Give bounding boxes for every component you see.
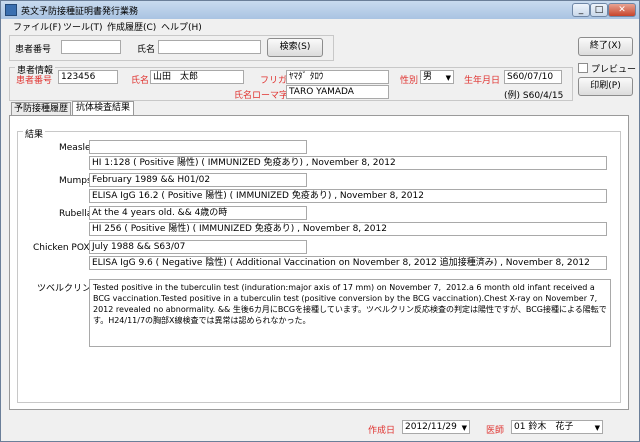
mumps-history-field[interactable]: February 1989 && H01/02 [89,173,307,187]
mumps-result-field[interactable]: ELISA IgG 16.2 ( Positive 陽性) ( IMMUNIZE… [89,189,607,203]
chevron-down-icon: ▼ [594,424,600,432]
dob-label: 生年月日 [464,76,501,86]
menu-file[interactable]: ファイル(F) [13,20,61,33]
furigana-field[interactable]: ﾔﾏﾀﾞ ﾀﾛｳ [286,70,389,84]
created-date-field[interactable]: 2012/11/29 ▼ [402,420,470,434]
roman-name-label: 氏名ローマ字 [234,91,289,101]
sex-label: 性別 [400,76,419,86]
app-icon [5,4,17,16]
mumps-label: Mumps [59,176,92,186]
chickenpox-history-field[interactable]: July 1988 && S63/07 [89,240,307,254]
preview-checkbox[interactable] [578,63,588,73]
chevron-down-icon: ▼ [461,424,467,432]
tab-vaccination-history[interactable]: 予防接種履歴 [11,102,71,116]
chickenpox-label: Chicken POX [33,243,90,253]
window-title: 英文予防接種証明書発行業務 [21,7,139,17]
title-bar: 英文予防接種証明書発行業務 _ □ ✕ [1,1,639,19]
roman-name-field[interactable]: TARO YAMADA [286,85,389,99]
rubella-label: Rubella [59,209,93,219]
patient-name-label: 氏名 [131,76,150,86]
search-patient-no-input[interactable] [61,40,121,54]
measles-history-field[interactable] [89,140,307,154]
search-name-input[interactable] [158,40,261,54]
menu-history[interactable]: 作成履歴(C) [107,20,156,33]
close-button[interactable]: ✕ [608,3,636,17]
patient-name-field[interactable]: 山田 太郎 [150,70,244,84]
search-button[interactable]: 検索(S) [267,38,323,57]
measles-result-field[interactable]: HI 1:128 ( Positive 陽性) ( IMMUNIZED 免疫あり… [89,156,607,170]
doctor-label: 医師 [486,426,505,436]
menu-bar: ファイル(F) ツール(T) 作成履歴(C) ヘルプ(H) [1,19,639,35]
preview-label: プレビュー [591,65,637,75]
chevron-down-icon: ▼ [445,74,451,82]
chickenpox-result-field[interactable]: ELISA IgG 9.6 ( Negative 陰性) ( Additiona… [89,256,607,270]
search-patient-no-label: 患者番号 [15,45,52,55]
rubella-result-field[interactable]: HI 256 ( Positive 陽性) ( IMMUNIZED 免疫あり) … [89,222,607,236]
patient-no-field[interactable]: 123456 [58,70,118,84]
exit-button[interactable]: 終了(X) [578,37,633,56]
results-label: 結果 [23,127,46,140]
menu-tools[interactable]: ツール(T) [63,20,103,33]
rubella-history-field[interactable]: At the 4 years old. && 4歳の時 [89,206,307,220]
doctor-value: 01 鈴木 花子 [514,422,574,432]
dob-example: (例) S60/4/15 [504,91,564,101]
created-date-value: 2012/11/29 [405,422,457,432]
search-name-label: 氏名 [137,45,156,55]
tuberculin-result-memo[interactable]: Tested positive in the tuberculin test (… [89,279,611,347]
created-date-label: 作成日 [368,426,396,436]
sex-select[interactable]: 男 ▼ [420,70,454,84]
doctor-select[interactable]: 01 鈴木 花子 ▼ [511,420,603,434]
patient-no-label: 患者番号 [16,76,53,86]
maximize-button[interactable]: □ [590,3,608,17]
tab-antibody-results[interactable]: 抗体検査結果 [72,101,134,116]
dob-field[interactable]: S60/07/10 [504,70,562,84]
print-button[interactable]: 印刷(P) [578,77,633,96]
menu-help[interactable]: ヘルプ(H) [161,20,202,33]
minimize-button[interactable]: _ [572,3,590,17]
app-window: 英文予防接種証明書発行業務 _ □ ✕ ファイル(F) ツール(T) 作成履歴(… [0,0,640,442]
sex-value: 男 [423,72,433,82]
